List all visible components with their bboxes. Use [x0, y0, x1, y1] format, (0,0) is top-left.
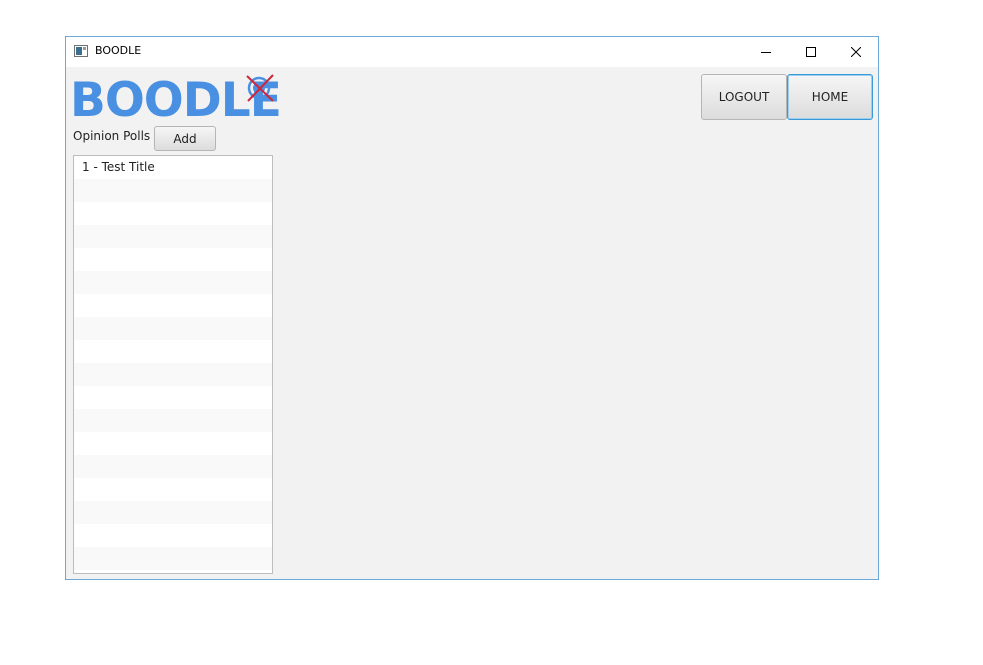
minimize-icon: [760, 52, 771, 53]
list-item[interactable]: [74, 248, 272, 271]
list-item[interactable]: [74, 547, 272, 570]
window-title: BOODLE: [95, 44, 142, 57]
list-item[interactable]: [74, 202, 272, 225]
app-window: BOODLE BOODLE Opinion Polls Add 1 - Test…: [65, 36, 879, 580]
list-item[interactable]: [74, 501, 272, 524]
close-icon: [850, 47, 861, 57]
maximize-icon: [805, 47, 816, 57]
list-item[interactable]: [74, 455, 272, 478]
close-button[interactable]: [833, 37, 878, 67]
home-button[interactable]: HOME: [787, 74, 873, 120]
list-item[interactable]: [74, 478, 272, 501]
list-item[interactable]: [74, 225, 272, 248]
polls-list[interactable]: 1 - Test Title: [73, 155, 273, 574]
list-item[interactable]: [74, 524, 272, 547]
list-item[interactable]: [74, 294, 272, 317]
add-poll-button[interactable]: Add: [154, 126, 216, 151]
list-item[interactable]: [74, 317, 272, 340]
list-item[interactable]: [74, 179, 272, 202]
app-icon: [74, 45, 88, 57]
list-item[interactable]: [74, 409, 272, 432]
list-item[interactable]: [74, 271, 272, 294]
logout-button[interactable]: LOGOUT: [701, 74, 787, 120]
minimize-button[interactable]: [743, 37, 788, 67]
opinion-polls-label: Opinion Polls: [73, 129, 151, 143]
target-cross-icon: [246, 74, 274, 102]
list-item[interactable]: [74, 363, 272, 386]
boodle-logo: BOODLE: [70, 74, 282, 128]
list-item[interactable]: [74, 340, 272, 363]
list-item[interactable]: 1 - Test Title: [74, 156, 272, 179]
maximize-button[interactable]: [788, 37, 833, 67]
title-bar[interactable]: BOODLE: [66, 37, 878, 67]
list-item[interactable]: [74, 386, 272, 409]
list-item[interactable]: [74, 432, 272, 455]
